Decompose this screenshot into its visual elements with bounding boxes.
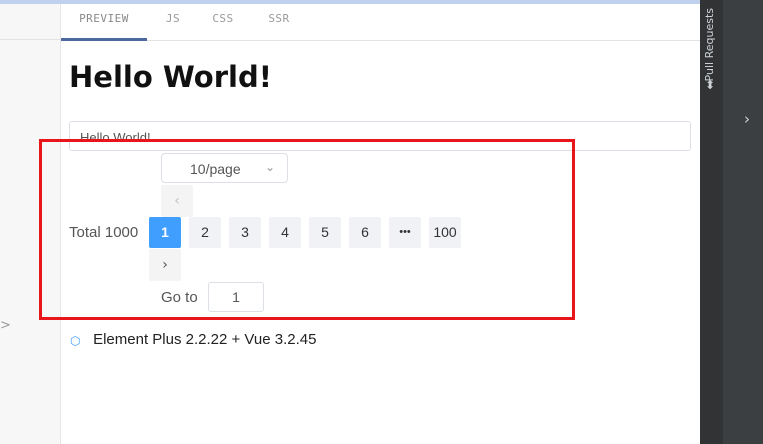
pull-request-icon: ⬍: [705, 78, 716, 92]
goto-page-input[interactable]: 1: [208, 282, 264, 312]
page-number-5[interactable]: 5: [309, 217, 341, 248]
right-tool-panel: Pull Requests ⬍ ›: [700, 0, 763, 444]
page-size-value: 10/page: [190, 161, 241, 177]
chevron-down-icon: ⌄: [264, 160, 275, 174]
page-number-3[interactable]: 3: [229, 217, 261, 248]
tab-bar: PREVIEW JS CSS SSR: [61, 4, 700, 41]
goto-page-value: 1: [232, 289, 240, 305]
pull-requests-toolbar[interactable]: Pull Requests ⬍: [700, 0, 723, 444]
goto-label: Go to: [161, 289, 198, 306]
version-text: Element Plus 2.2.22 + Vue 3.2.45: [93, 331, 317, 348]
gutter-divider: [0, 39, 60, 40]
page-number-1[interactable]: 1: [149, 217, 181, 248]
pull-requests-label: Pull Requests: [703, 8, 716, 82]
page-number-6[interactable]: 6: [349, 217, 381, 248]
tab-ssr[interactable]: SSR: [257, 4, 301, 38]
chevron-right-icon: ›: [162, 257, 168, 273]
element-plus-logo-icon: ⬡: [70, 334, 81, 348]
more-pages-ellipsis-icon[interactable]: •••: [389, 217, 421, 248]
page-size-select[interactable]: 10/page ⌄: [161, 153, 288, 183]
page-number-2[interactable]: 2: [189, 217, 221, 248]
tab-js[interactable]: JS: [153, 4, 193, 38]
page-number-100[interactable]: 100: [429, 217, 461, 248]
tab-css[interactable]: CSS: [201, 4, 245, 38]
footer-version: ⬡ Element Plus 2.2.22 + Vue 3.2.45: [70, 329, 316, 348]
chevron-left-icon: ‹: [174, 193, 180, 209]
tab-preview[interactable]: PREVIEW: [61, 4, 147, 41]
next-page-button[interactable]: ›: [149, 249, 181, 281]
expand-chevron-icon[interactable]: >: [0, 318, 11, 333]
page-title: Hello World!: [69, 60, 272, 94]
collapse-chevron-icon[interactable]: ›: [744, 110, 750, 128]
prev-page-button[interactable]: ‹: [161, 185, 193, 217]
page-number-4[interactable]: 4: [269, 217, 301, 248]
total-count: Total 1000: [69, 224, 139, 241]
